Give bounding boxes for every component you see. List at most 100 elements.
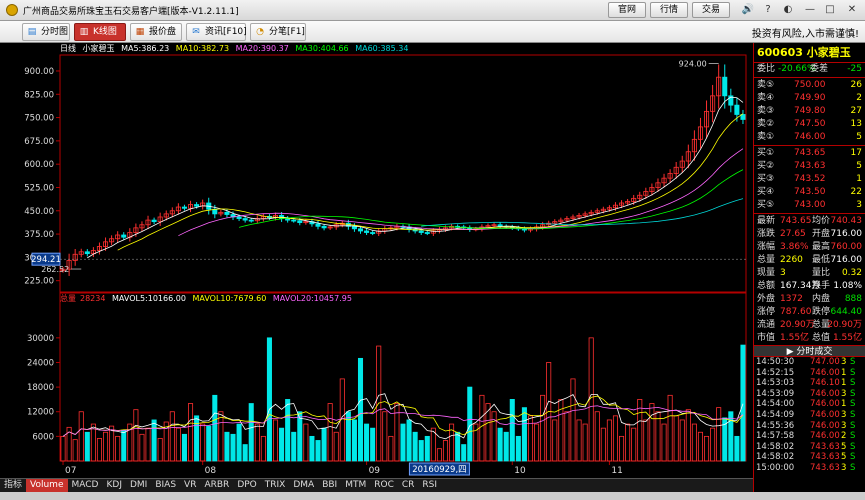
volume-bar <box>412 431 418 462</box>
app-logo-icon <box>6 4 18 16</box>
volume-bar <box>297 411 303 462</box>
candle-body <box>357 228 364 232</box>
stat-label: 外盘 <box>757 294 776 304</box>
volume-bar <box>230 433 236 462</box>
price-tick-label: 225.00 <box>24 277 54 287</box>
price-tick-label: 450.00 <box>24 207 54 217</box>
tick-price: 746.00 <box>810 388 840 399</box>
volume-bar <box>540 394 546 462</box>
kline-icon: ▥ <box>79 27 89 37</box>
volume-bar <box>442 440 449 462</box>
kline-button[interactable]: ▥ K线图 <box>74 23 126 41</box>
ma20-line <box>178 148 744 237</box>
kline-chart[interactable]: 225.00300.00375.00450.00525.00600.00675.… <box>0 43 753 478</box>
tab-volume[interactable]: Volume <box>26 479 68 492</box>
volume-icon[interactable]: 🔊 <box>740 2 756 18</box>
bid-level-label: 买④ <box>757 187 775 197</box>
stat-label: 市值 <box>757 333 776 343</box>
tick-direction: S <box>850 367 856 378</box>
tab-bbi[interactable]: BBI <box>318 479 341 492</box>
tick-direction: S <box>850 420 856 431</box>
stat-value: 787.60 <box>780 307 812 317</box>
tick-volume: 2 <box>841 431 847 442</box>
ticks-header[interactable]: ▶ 分时成交 <box>754 345 865 357</box>
bid-volume: 22 <box>850 187 862 197</box>
candle-body <box>242 218 248 221</box>
volume-bar <box>461 444 467 462</box>
quote-board-button[interactable]: ▦ 报价盘 <box>130 23 182 41</box>
volume-bar <box>115 435 121 462</box>
volume-bar <box>84 431 90 462</box>
volume-bar <box>266 337 272 462</box>
bid-price: 743.52 <box>794 174 826 184</box>
candle-body <box>181 206 187 209</box>
candle-body <box>418 230 424 233</box>
annotation-label: 924.00 <box>679 60 707 69</box>
ask-volume: 26 <box>850 80 862 90</box>
tick-time: 14:57:58 <box>756 431 795 442</box>
tick-direction: S <box>850 409 856 420</box>
maximize-icon[interactable]: □ <box>822 2 838 18</box>
ma10-line <box>117 113 744 251</box>
volume-bar <box>370 427 376 462</box>
tab-mtm[interactable]: MTM <box>341 479 370 492</box>
volume-bar <box>151 419 157 462</box>
kline-chart-area[interactable]: 225.00300.00375.00450.00525.00600.00675.… <box>0 43 753 478</box>
date-tick-label: 07 <box>65 466 76 476</box>
stat-label: 内盘 <box>812 294 831 304</box>
volume-bar <box>576 419 582 462</box>
tab-macd[interactable]: MACD <box>68 479 103 492</box>
stock-name: 小家碧玉 <box>806 46 851 59</box>
stat-label: 最低 <box>812 255 831 265</box>
tab-cr[interactable]: CR <box>398 479 419 492</box>
help-icon[interactable]: ? <box>760 2 776 18</box>
volume-bar <box>667 394 673 462</box>
volume-bar <box>145 427 151 462</box>
minimize-icon[interactable]: — <box>802 2 818 18</box>
volume-bar <box>552 419 558 462</box>
tab-dmi[interactable]: DMI <box>126 479 151 492</box>
stock-header: 600603 小家碧玉 <box>754 43 865 63</box>
tab-bias[interactable]: BIAS <box>151 479 180 492</box>
volume-bar <box>248 403 254 462</box>
skin-icon[interactable]: ◐ <box>780 2 796 18</box>
ma60-label: MA60:385.34 <box>355 44 409 53</box>
official-site-button[interactable]: 官网 <box>608 2 646 18</box>
tick-row: 14:55:36 746.00 3 S <box>754 421 865 432</box>
price-tick-label: 675.00 <box>24 137 54 147</box>
candle-body <box>370 232 376 234</box>
stat-row: 涨幅 3.86% 最高 760.00 <box>754 241 865 254</box>
tick-price: 743.63 <box>810 452 840 463</box>
volume-bar <box>418 440 424 462</box>
tab-vr[interactable]: VR <box>180 479 200 492</box>
tab-dma[interactable]: DMA <box>289 479 318 492</box>
volume-bar <box>206 425 212 462</box>
stat-row: 涨跌 27.65 开盘 716.00 <box>754 228 865 241</box>
stat-label: 量比 <box>812 268 831 278</box>
timeshare-button[interactable]: ▤ 分时图 <box>22 23 70 41</box>
volume-bar <box>78 411 84 462</box>
volume-bar <box>606 419 612 462</box>
volume-bar <box>649 403 655 462</box>
tick-price: 746.00 <box>810 431 840 442</box>
tab-trix[interactable]: TRIX <box>261 479 290 492</box>
close-icon[interactable]: ✕ <box>844 2 860 18</box>
tab-arbr[interactable]: ARBR <box>200 479 233 492</box>
title-bar: 广州商品交易所珠宝玉石交易客户端[版本-V1.2.11.1] 官网 行情 交易 … <box>0 0 865 21</box>
stock-name-label: 小家碧玉 <box>82 44 115 53</box>
volume-bar <box>388 435 394 462</box>
stat-value: 27.65 <box>780 229 806 239</box>
tab-roc[interactable]: ROC <box>370 479 398 492</box>
tab-dpo[interactable]: DPO <box>233 479 260 492</box>
stat-value: 20.90万 <box>780 320 815 330</box>
ask-list: 卖⑤ 750.00 26 卖④ 749.90 2 卖③ 749.80 27 卖② 747.50 13 卖… <box>754 79 865 144</box>
tick-row: 14:58:02 743.63 5 S <box>754 452 865 463</box>
tick-direction: S <box>850 388 856 399</box>
tab-kdj[interactable]: KDJ <box>102 479 126 492</box>
news-button[interactable]: ✉ 资讯[F10] <box>186 23 247 41</box>
tick-time: 14:53:09 <box>756 388 795 399</box>
trade-button[interactable]: 交易 <box>692 2 730 18</box>
ticks-button[interactable]: ◔ 分笔[F1] <box>250 23 306 41</box>
tab-rsi[interactable]: RSI <box>418 479 441 492</box>
market-button[interactable]: 行情 <box>650 2 688 18</box>
